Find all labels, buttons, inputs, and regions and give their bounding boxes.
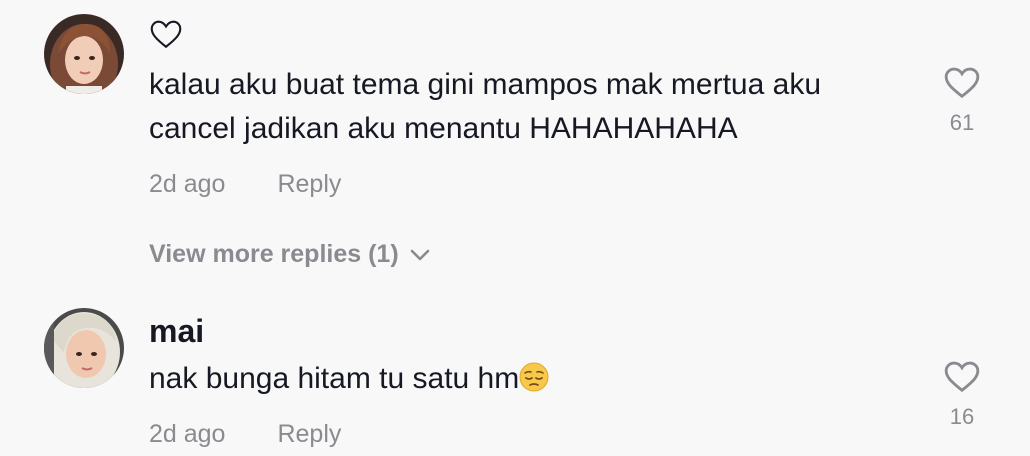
comment-text: nak bunga hitam tu satu hm — [149, 357, 909, 401]
comment-text: kalau aku buat tema gini mampos mak mert… — [149, 68, 821, 145]
comment-username[interactable]: mai — [149, 312, 204, 350]
avatar[interactable] — [44, 308, 124, 388]
like-count: 16 — [949, 404, 975, 429]
view-more-replies-button[interactable]: View more replies (1) — [149, 240, 431, 269]
comment-text-content: nak bunga hitam tu satu hm — [149, 362, 520, 395]
view-more-label: View more replies (1) — [149, 240, 399, 268]
chevron-down-icon — [410, 250, 429, 261]
avatar[interactable] — [44, 14, 124, 94]
like-button[interactable]: 16 — [940, 358, 984, 430]
comment-timestamp: 2d ago — [149, 420, 226, 448]
pensive-face-icon — [519, 362, 549, 392]
heart-icon — [944, 361, 980, 393]
like-count: 61 — [949, 110, 975, 135]
comment-timestamp: 2d ago — [149, 170, 226, 198]
heart-icon — [944, 67, 980, 99]
reply-button[interactable]: Reply — [277, 420, 341, 448]
like-button[interactable]: 61 — [940, 64, 984, 136]
comment-meta: 2d ago Reply — [149, 170, 341, 199]
comment-meta: 2d ago Reply — [149, 420, 341, 449]
heart-outline-icon — [148, 16, 184, 52]
reply-button[interactable]: Reply — [277, 170, 341, 198]
